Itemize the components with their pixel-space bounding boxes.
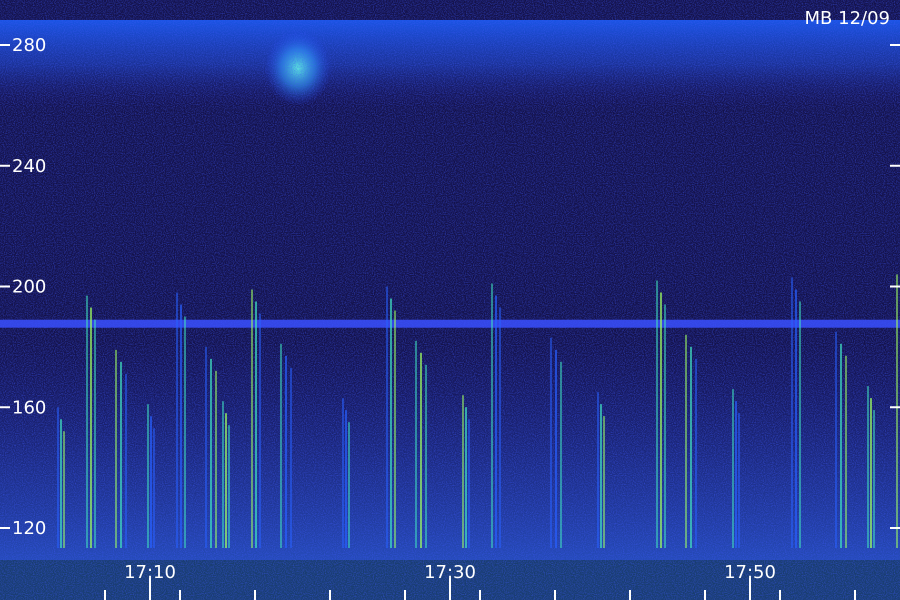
burst-line bbox=[205, 346, 207, 548]
burst-line bbox=[597, 392, 599, 548]
horizontal-band bbox=[0, 319, 900, 328]
burst-line bbox=[228, 425, 230, 548]
spectrogram-chart: 120 160 200 240 280 17:10 17:30 17:50 MB 12/09 bbox=[0, 0, 900, 600]
burst-line bbox=[348, 422, 350, 548]
burst-line bbox=[94, 319, 96, 548]
burst-line bbox=[86, 295, 88, 548]
x-tick-label: 17:30 bbox=[424, 562, 476, 583]
burst-line bbox=[147, 404, 149, 548]
burst-line bbox=[840, 343, 842, 548]
y-tick-label: 120 bbox=[12, 518, 46, 539]
burst-line bbox=[63, 431, 65, 548]
x-tick-label: 17:10 bbox=[124, 562, 176, 583]
burst-line bbox=[600, 404, 602, 548]
burst-line bbox=[184, 316, 186, 548]
burst-line bbox=[153, 428, 155, 548]
burst-line bbox=[550, 337, 552, 548]
burst-line bbox=[462, 395, 464, 548]
burst-line bbox=[180, 304, 182, 548]
burst-line bbox=[685, 334, 687, 548]
burst-line bbox=[176, 292, 178, 548]
burst-line bbox=[870, 398, 872, 548]
burst-line bbox=[664, 304, 666, 548]
burst-line bbox=[255, 301, 257, 548]
burst-line bbox=[285, 355, 287, 548]
burst-line bbox=[345, 410, 347, 548]
burst-line bbox=[735, 401, 737, 548]
noise-texture bbox=[0, 0, 900, 600]
burst-line bbox=[342, 398, 344, 548]
y-tick-label: 240 bbox=[12, 156, 46, 177]
burst-line bbox=[415, 340, 417, 548]
burst-line bbox=[603, 416, 605, 548]
burst-line bbox=[660, 292, 662, 548]
y-tick-label: 160 bbox=[12, 397, 46, 418]
burst-line bbox=[215, 370, 217, 548]
burst-line bbox=[120, 361, 122, 548]
burst-line bbox=[390, 298, 392, 548]
burst-line bbox=[738, 413, 740, 548]
burst-line bbox=[150, 416, 152, 548]
y-tick-label: 200 bbox=[12, 277, 46, 298]
chart-title: MB 12/09 bbox=[805, 8, 890, 29]
burst-line bbox=[867, 386, 869, 548]
burst-line bbox=[873, 410, 875, 548]
burst-line bbox=[60, 419, 62, 548]
burst-line bbox=[695, 358, 697, 548]
burst-line bbox=[896, 274, 898, 548]
burst-line bbox=[656, 280, 658, 548]
burst-line bbox=[222, 401, 224, 548]
burst-line bbox=[386, 286, 388, 548]
burst-line bbox=[225, 413, 227, 548]
burst-line bbox=[115, 349, 117, 548]
burst-line bbox=[465, 407, 467, 548]
burst-line bbox=[280, 343, 282, 548]
burst-line bbox=[394, 310, 396, 548]
burst-line bbox=[125, 373, 127, 548]
burst-line bbox=[468, 419, 470, 548]
burst-line bbox=[251, 289, 253, 548]
burst-line bbox=[425, 364, 427, 548]
burst-line bbox=[732, 389, 734, 548]
burst-line bbox=[57, 407, 59, 548]
burst-line bbox=[795, 289, 797, 548]
burst-line bbox=[210, 358, 212, 548]
burst-line bbox=[259, 313, 261, 548]
burst-line bbox=[799, 301, 801, 548]
burst-line bbox=[491, 283, 493, 548]
burst-line bbox=[845, 355, 847, 548]
burst-line bbox=[420, 352, 422, 548]
x-tick-label: 17:50 bbox=[724, 562, 776, 583]
burst-line bbox=[690, 346, 692, 548]
burst-line bbox=[555, 349, 557, 548]
burst-line bbox=[791, 277, 793, 548]
y-tick-label: 280 bbox=[12, 35, 46, 56]
burst-line bbox=[495, 295, 497, 548]
burst-line bbox=[90, 307, 92, 548]
burst-line bbox=[560, 361, 562, 548]
burst-line bbox=[835, 331, 837, 548]
burst-line bbox=[499, 307, 501, 548]
burst-line bbox=[290, 367, 292, 548]
